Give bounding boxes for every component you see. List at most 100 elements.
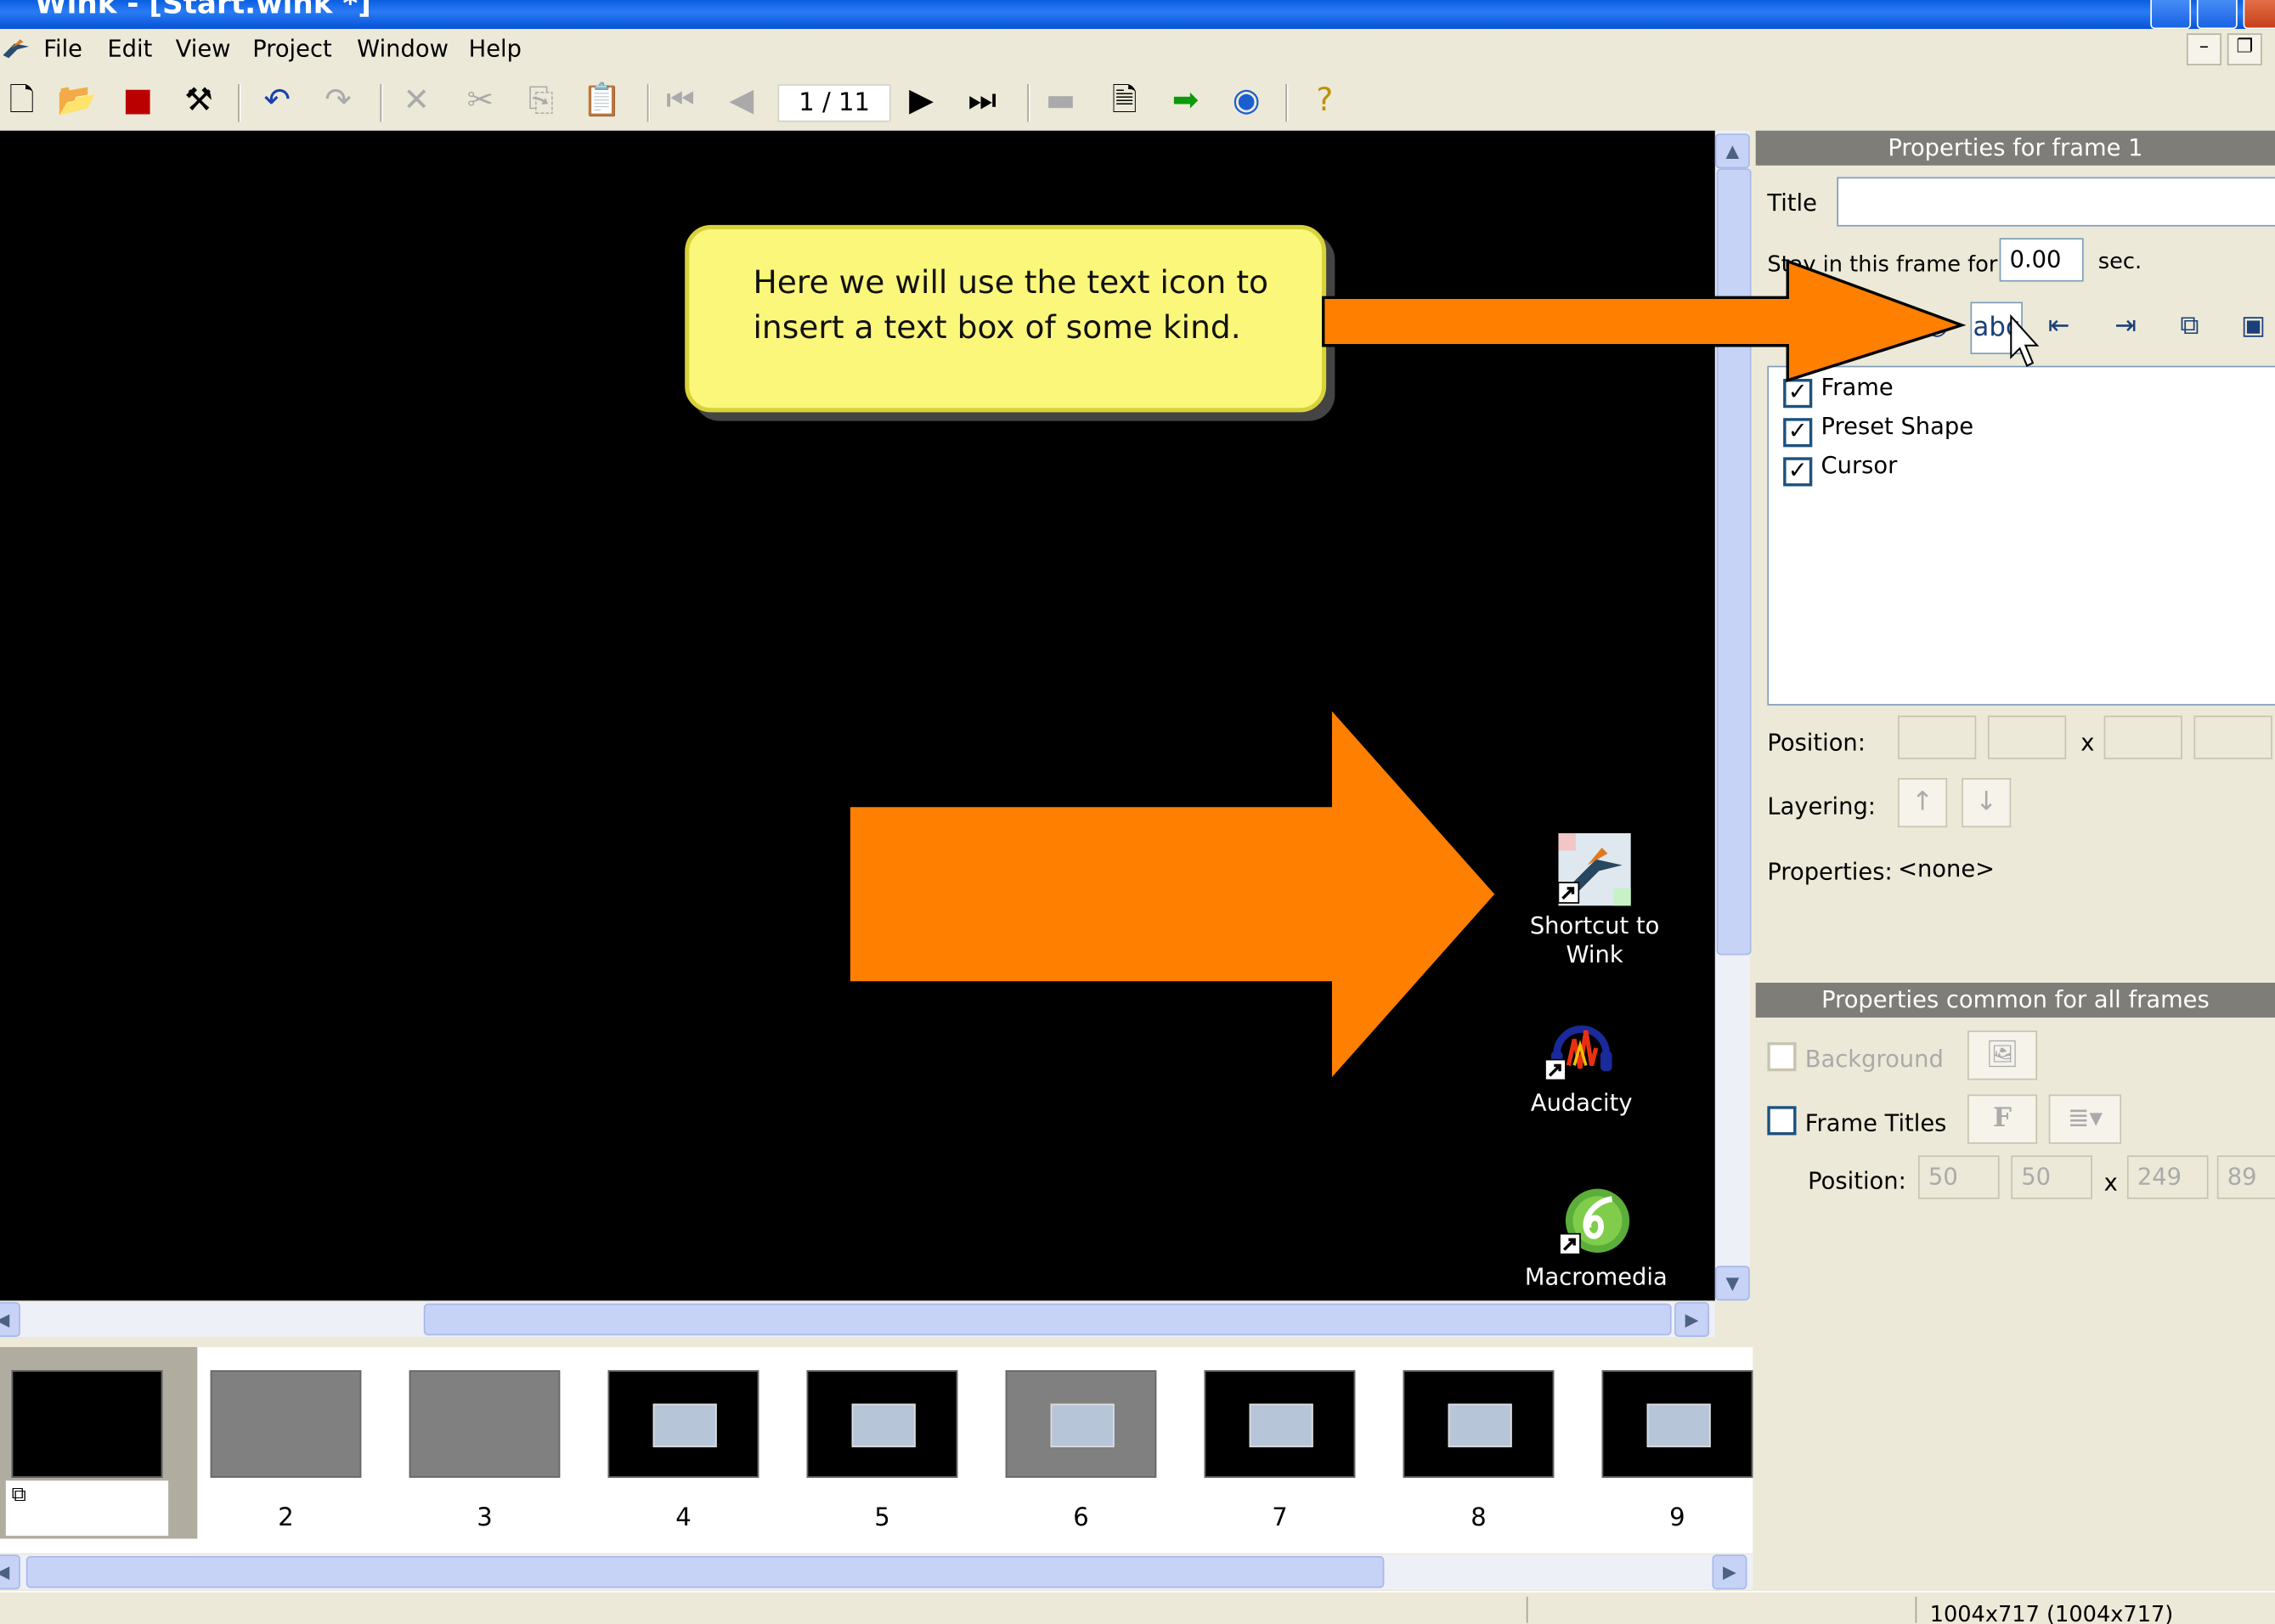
film-frame-5[interactable]: 5: [795, 1347, 992, 1539]
menu-help[interactable]: Help: [469, 35, 522, 62]
title-pos-x-field[interactable]: 50: [1917, 1155, 2000, 1199]
menu-edit[interactable]: Edit: [107, 35, 152, 62]
checkbox-unchecked-icon[interactable]: [1767, 1042, 1797, 1072]
background-image-icon[interactable]: 🖼: [1967, 1030, 2038, 1080]
scroll-right-icon[interactable]: ▶: [1674, 1301, 1710, 1337]
shape-tool-icon[interactable]: ○: [1912, 302, 1962, 351]
menu-window[interactable]: Window: [357, 35, 449, 62]
undo-icon[interactable]: ↶: [256, 78, 299, 125]
stay-duration-field[interactable]: 0.00: [1999, 238, 2084, 282]
capture-icon[interactable]: ▬: [1039, 78, 1082, 125]
film-scroll-right-icon[interactable]: ▶: [1712, 1554, 1747, 1590]
title-width-field[interactable]: 249: [2126, 1155, 2209, 1199]
size-width-field[interactable]: [2103, 715, 2182, 759]
frame-thumbnail: [806, 1370, 958, 1478]
new-file-icon[interactable]: 🗋: [0, 78, 43, 125]
film-frame-3[interactable]: 3: [398, 1347, 595, 1539]
list-item[interactable]: ✓ Cursor: [1783, 451, 1897, 487]
checkbox-checked-icon[interactable]: ✓: [1783, 379, 1813, 409]
film-frame-9[interactable]: 9: [1590, 1347, 1787, 1539]
film-frame-6[interactable]: 6: [994, 1347, 1191, 1539]
frame-canvas[interactable]: Here we will use the text icon to insert…: [0, 130, 1715, 1301]
position-y-field[interactable]: [1987, 715, 2067, 759]
vertical-scroll-thumb[interactable]: [1716, 168, 1752, 956]
menu-file[interactable]: File: [43, 35, 82, 62]
first-frame-icon[interactable]: ⏮: [658, 78, 702, 125]
filmstrip-scrollbar[interactable]: ◀ ▶: [0, 1554, 1753, 1590]
canvas-vertical-scrollbar[interactable]: ▲ ▼: [1714, 130, 1752, 1301]
close-button[interactable]: [2243, 0, 2275, 30]
desktop-icon-macromedia[interactable]: Macromedia: [1523, 1185, 1668, 1292]
film-frame-7[interactable]: 7: [1193, 1347, 1390, 1539]
go-arrow-icon[interactable]: ➡: [1164, 78, 1207, 125]
button-back-tool-icon[interactable]: ⇤: [2035, 302, 2084, 351]
menu-project[interactable]: Project: [252, 35, 332, 62]
desktop-icon-wink[interactable]: Shortcut to Wink: [1522, 832, 1668, 970]
frame-objects-list[interactable]: ✓ Frame ✓ Preset Shape ✓ Cursor: [1767, 365, 2275, 706]
title-field[interactable]: [1837, 177, 2275, 227]
stay-unit: sec.: [2097, 248, 2142, 275]
desktop-icon-label: Macromedia: [1524, 1262, 1668, 1291]
callout-box[interactable]: Here we will use the text icon to insert…: [685, 224, 1327, 413]
cut-icon[interactable]: ✂: [459, 78, 502, 125]
frame-thumbnail: [1005, 1370, 1157, 1478]
checkbox-checked-icon[interactable]: ✓: [1783, 457, 1813, 487]
frame-counter[interactable]: 1 / 11: [777, 84, 891, 122]
page-icon[interactable]: 🗎: [1103, 78, 1146, 125]
copy-icon[interactable]: ⎘: [519, 78, 562, 125]
text-box-tool-icon[interactable]: abc: [1970, 302, 2023, 354]
mdi-restore-button[interactable]: ❐: [2227, 33, 2262, 65]
minimize-button[interactable]: [2150, 0, 2192, 30]
horizontal-scroll-thumb[interactable]: [423, 1303, 1672, 1336]
button-forward-tool-icon[interactable]: ⇥: [2101, 302, 2150, 351]
image-tool-icon[interactable]: ▣: [2228, 302, 2275, 351]
frame-titles-option[interactable]: Frame Titles: [1767, 1106, 1946, 1136]
save-icon[interactable]: ■: [116, 78, 160, 125]
redo-icon[interactable]: ↷: [316, 78, 359, 125]
film-frame-4[interactable]: 4: [596, 1347, 793, 1539]
film-frame-2[interactable]: 2: [199, 1347, 396, 1539]
scroll-up-icon[interactable]: ▲: [1714, 133, 1750, 169]
last-frame-icon[interactable]: ⏭: [961, 78, 1004, 125]
background-option[interactable]: Background: [1767, 1042, 1944, 1073]
menu-view[interactable]: View: [176, 35, 231, 62]
film-frame-1[interactable]: ⧉ 1: [0, 1346, 198, 1539]
title-height-field[interactable]: 89: [2216, 1155, 2275, 1199]
frame-number: 8: [1471, 1503, 1487, 1533]
open-folder-icon[interactable]: 📂: [55, 78, 99, 125]
desktop-icon-label: Audacity: [1530, 1088, 1633, 1117]
scroll-left-icon[interactable]: ◀: [0, 1301, 20, 1337]
desktop-icon-audacity[interactable]: Audacity: [1509, 1010, 1654, 1117]
layer-down-icon[interactable]: ↓: [1962, 778, 2012, 828]
film-frame-8[interactable]: 8: [1392, 1347, 1589, 1539]
delete-icon[interactable]: ✕: [395, 78, 438, 125]
maximize-button[interactable]: [2196, 0, 2238, 30]
scroll-down-icon[interactable]: ▼: [1714, 1266, 1750, 1301]
browser-preview-icon[interactable]: ◉: [1225, 78, 1268, 125]
film-scroll-left-icon[interactable]: ◀: [0, 1554, 20, 1590]
title-pos-y-field[interactable]: 50: [2011, 1155, 2092, 1199]
help-icon[interactable]: ?: [1303, 78, 1346, 125]
paste-icon[interactable]: 📋: [580, 78, 624, 125]
link-button-tool-icon[interactable]: ⧉: [2165, 302, 2214, 351]
window-title: Wink - [Start.wink *]: [34, 0, 371, 20]
callout-text: Here we will use the text icon to insert…: [753, 265, 1269, 347]
checkbox-unchecked-icon[interactable]: [1767, 1106, 1797, 1136]
properties-label: Properties:: [1767, 858, 1893, 886]
list-item[interactable]: ✓ Preset Shape: [1783, 412, 1973, 448]
render-icon[interactable]: ⚒: [177, 78, 220, 125]
list-item[interactable]: ✓ Frame: [1783, 373, 1894, 409]
next-frame-icon[interactable]: ▶: [900, 78, 943, 125]
previous-frame-icon[interactable]: ◀: [720, 78, 763, 125]
canvas-horizontal-scrollbar[interactable]: ◀ ▶: [0, 1301, 1715, 1337]
position-x-field[interactable]: [1898, 715, 1977, 759]
layer-up-icon[interactable]: ↑: [1898, 778, 1948, 828]
film-scroll-thumb[interactable]: [25, 1556, 1385, 1588]
checkbox-checked-icon[interactable]: ✓: [1783, 418, 1813, 448]
size-height-field[interactable]: [2193, 715, 2272, 759]
toolbar: 🗋 📂 ■ ⚒ ↶ ↷ ✕ ✂ ⎘ 📋 ⏮ ◀ 1 / 11 ▶ ⏭ ▬ 🗎 ➡…: [0, 72, 2275, 131]
alignment-dropdown-icon[interactable]: ≣▾: [2048, 1094, 2122, 1144]
common-position-label: Position:: [1808, 1167, 1906, 1195]
font-button[interactable]: F: [1967, 1094, 2038, 1144]
mdi-minimize-button[interactable]: –: [2186, 33, 2221, 65]
